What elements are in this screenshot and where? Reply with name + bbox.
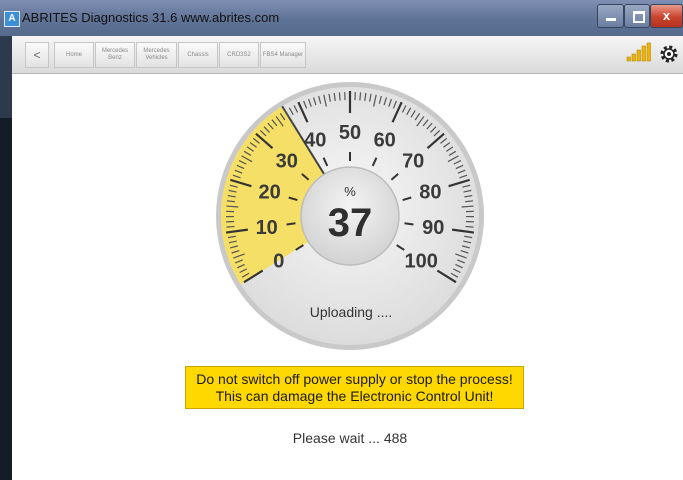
- warning-line-1: Do not switch off power supply or stop t…: [196, 371, 513, 387]
- window-title: ABRITES Diagnostics 31.6 www.abrites.com: [22, 10, 280, 25]
- gauge-tick-label: 90: [422, 217, 444, 239]
- app-logo-icon: A: [4, 11, 20, 27]
- gauge-tick-label: 50: [339, 122, 361, 144]
- warning-line-2: This can damage the Electronic Control U…: [215, 388, 494, 404]
- gauge-tick-label: 80: [419, 182, 441, 204]
- minimize-button[interactable]: [597, 4, 624, 28]
- gauge-tick-label: 100: [405, 251, 438, 273]
- warning-banner: Do not switch off power supply or stop t…: [185, 366, 524, 409]
- gauge-tick-label: 30: [276, 151, 298, 173]
- gauge-tick-label: 20: [258, 182, 280, 204]
- title-bar: A ABRITES Diagnostics 31.6 www.abrites.c…: [0, 0, 683, 36]
- gauge-minor-tick: [465, 225, 474, 228]
- signal-bars-icon: [626, 42, 651, 62]
- gauge-tick-label: 70: [402, 151, 424, 173]
- gauge-status: Uploading ....: [310, 304, 393, 320]
- gear-icon[interactable]: [660, 45, 678, 63]
- gauge-tick-label: 60: [374, 130, 396, 152]
- gauge-minor-tick: [226, 225, 235, 228]
- toolbar-status: [626, 42, 678, 63]
- gauge-unit: %: [344, 184, 356, 199]
- breadcrumb-fbs4-manager[interactable]: FBS4 Manager: [260, 42, 306, 68]
- gauge-value: 37: [328, 201, 373, 245]
- left-edge-panel: [0, 36, 12, 480]
- toolbar: < Home Mercedes Benz Mercedes Vehicles C…: [12, 36, 683, 74]
- breadcrumb-chassis[interactable]: Chassis: [178, 42, 218, 68]
- gauge-minor-tick: [359, 92, 362, 101]
- maximize-button[interactable]: [624, 4, 650, 28]
- gauge-inner-tick: [404, 222, 414, 226]
- breadcrumb-home[interactable]: Home: [54, 42, 94, 68]
- breadcrumb-mercedes-benz[interactable]: Mercedes Benz: [95, 42, 135, 68]
- breadcrumb-crd3s2[interactable]: CRD3S2: [219, 42, 259, 68]
- close-button[interactable]: x: [650, 4, 683, 28]
- progress-gauge: 0 10 20 30 40 50 60 70 80 90 100 % 37 Uploading ..…: [216, 82, 484, 350]
- gauge-tick-label: 40: [304, 130, 326, 152]
- gauge-minor-tick: [338, 92, 341, 101]
- gauge-tick-label: 10: [256, 217, 278, 239]
- gauge-inner-tick: [286, 222, 296, 226]
- back-button[interactable]: <: [25, 42, 49, 68]
- wait-counter: Please wait ... 488: [292, 430, 408, 446]
- breadcrumb-mercedes-vehicles[interactable]: Mercedes Vehicles: [136, 42, 177, 68]
- gauge-tick-label: 0: [273, 251, 284, 273]
